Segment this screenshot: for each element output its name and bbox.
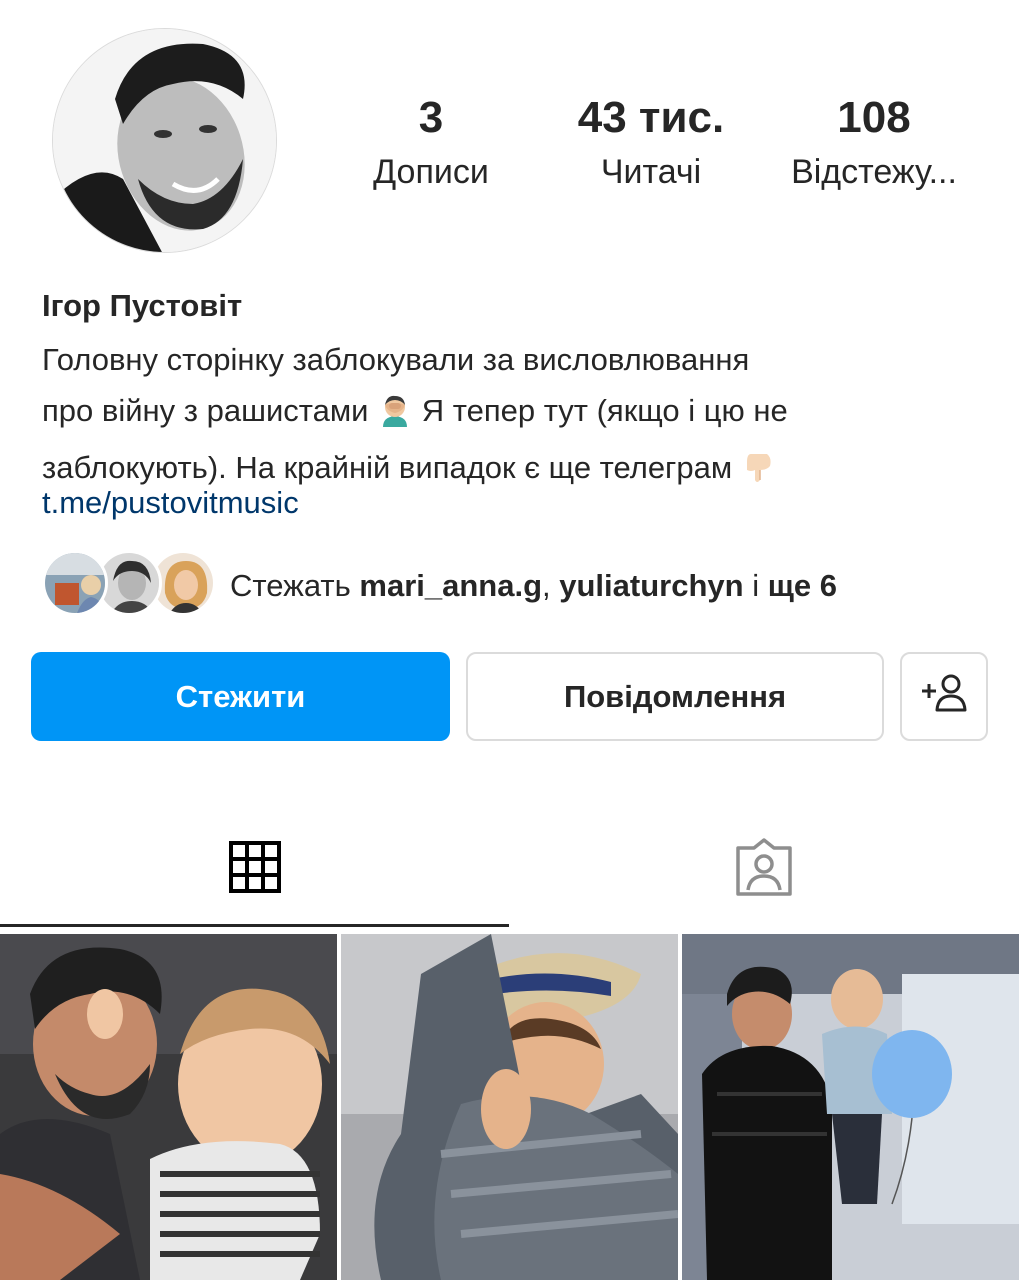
follower-avatar (42, 550, 108, 616)
followed-prefix: Стежать (230, 568, 360, 603)
bio-text: Я тепер тут (якщо і цю не (421, 393, 788, 428)
suggest-users-button[interactable] (900, 652, 988, 741)
posts-count: 3 (418, 93, 444, 142)
grid-icon (228, 841, 281, 898)
followed-conjunction: і (743, 568, 768, 603)
post-thumbnail[interactable] (0, 934, 337, 1280)
followed-more[interactable]: ще 6 (768, 568, 837, 603)
followed-separator: , (542, 568, 560, 603)
active-tab-indicator (0, 924, 509, 927)
stat-followers[interactable]: 43 тис. Читачі (551, 92, 751, 194)
tab-tagged[interactable] (509, 812, 1019, 927)
add-user-icon (920, 673, 968, 721)
followed-user-1[interactable]: mari_anna.g (359, 568, 542, 603)
followed-by-text[interactable]: Стежать mari_anna.g, yuliaturchyn і ще 6 (230, 566, 837, 606)
bio-text: про війну з рашистами (42, 393, 369, 428)
follow-button[interactable]: Стежити (31, 652, 450, 741)
followers-label: Читачі (600, 153, 702, 191)
following-label: Відстежу... (791, 153, 957, 191)
pointing-down-emoji-icon (741, 448, 777, 499)
posts-label: Дописи (373, 153, 489, 191)
post-thumbnail[interactable] (682, 934, 1019, 1280)
followed-by-avatars[interactable] (42, 550, 216, 616)
tab-posts-grid[interactable] (0, 812, 509, 927)
stat-posts[interactable]: 3 Дописи (351, 92, 511, 194)
bio-line: Головну сторінку заблокували за висловлю… (42, 342, 750, 377)
followed-user-2[interactable]: yuliaturchyn (559, 568, 743, 603)
bio-line: про війну з рашистами Я тепер тут (якщо … (42, 385, 992, 442)
profile-bio: Головну сторінку заблокували за висловлю… (42, 334, 992, 499)
profile-name: Ігор Пустовіт (42, 288, 243, 323)
post-thumbnail[interactable] (341, 934, 678, 1280)
profile-avatar[interactable] (52, 28, 277, 253)
bio-link[interactable]: t.me/pustovitmusic (42, 480, 299, 526)
stat-following[interactable]: 108 Відстежу... (779, 92, 969, 194)
message-button[interactable]: Повідомлення (466, 652, 884, 741)
following-count: 108 (837, 93, 911, 142)
followers-count: 43 тис. (577, 93, 725, 142)
tagged-person-icon (734, 838, 794, 901)
man-facepalming-emoji-icon (377, 391, 413, 442)
